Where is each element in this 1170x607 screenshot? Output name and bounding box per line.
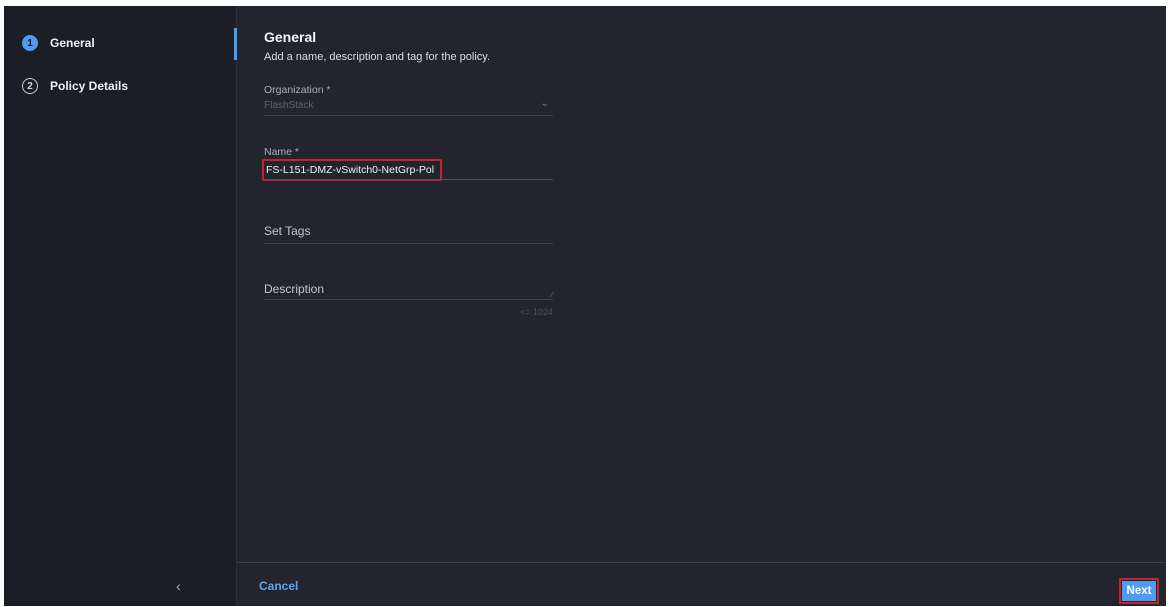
next-button-highlight: Next [1119,578,1159,604]
step-number-badge: 1 [22,35,38,51]
field-underline [264,179,553,180]
step-label: General [50,36,95,50]
section-subtitle: Add a name, description and tag for the … [264,51,491,63]
field-underline [264,299,553,300]
set-tags-field[interactable]: Set Tags [264,224,553,244]
policy-wizard: 1 General 2 Policy Details ‹ General Add… [4,6,1166,606]
description-field[interactable]: Description ∕ <= 1024 [264,282,553,317]
organization-select[interactable]: Organization * FlashStack ⌄ [264,84,553,116]
description-textarea[interactable]: Description [264,282,553,296]
resize-handle-icon[interactable]: ∕ [552,290,553,299]
chevron-down-icon: ⌄ [540,98,549,109]
organization-label: Organization * [264,84,331,96]
next-button[interactable]: Next [1122,581,1156,601]
field-underline [264,115,553,116]
step-label: Policy Details [50,79,129,93]
step-policy-details[interactable]: 2 Policy Details [22,76,128,96]
main-content: General Add a name, description and tag … [237,6,1166,562]
field-underline [264,243,553,244]
step-number-badge: 2 [22,78,38,94]
section-title: General [264,29,317,45]
name-field[interactable]: Name * FS-L151-DMZ-vSwitch0-NetGrp-Pol [262,146,553,181]
wizard-footer: Cancel Next [237,562,1166,606]
name-input[interactable]: FS-L151-DMZ-vSwitch0-NetGrp-Pol [262,159,443,181]
name-label: Name * [264,146,300,158]
collapse-sidebar-icon[interactable]: ‹ [176,578,181,594]
step-general[interactable]: 1 General [22,33,95,53]
cancel-button[interactable]: Cancel [259,579,298,593]
set-tags-input[interactable]: Set Tags [264,224,553,238]
organization-value: FlashStack [264,100,314,111]
character-counter: <= 1024 [519,307,553,317]
wizard-sidebar: 1 General 2 Policy Details ‹ [4,6,237,606]
